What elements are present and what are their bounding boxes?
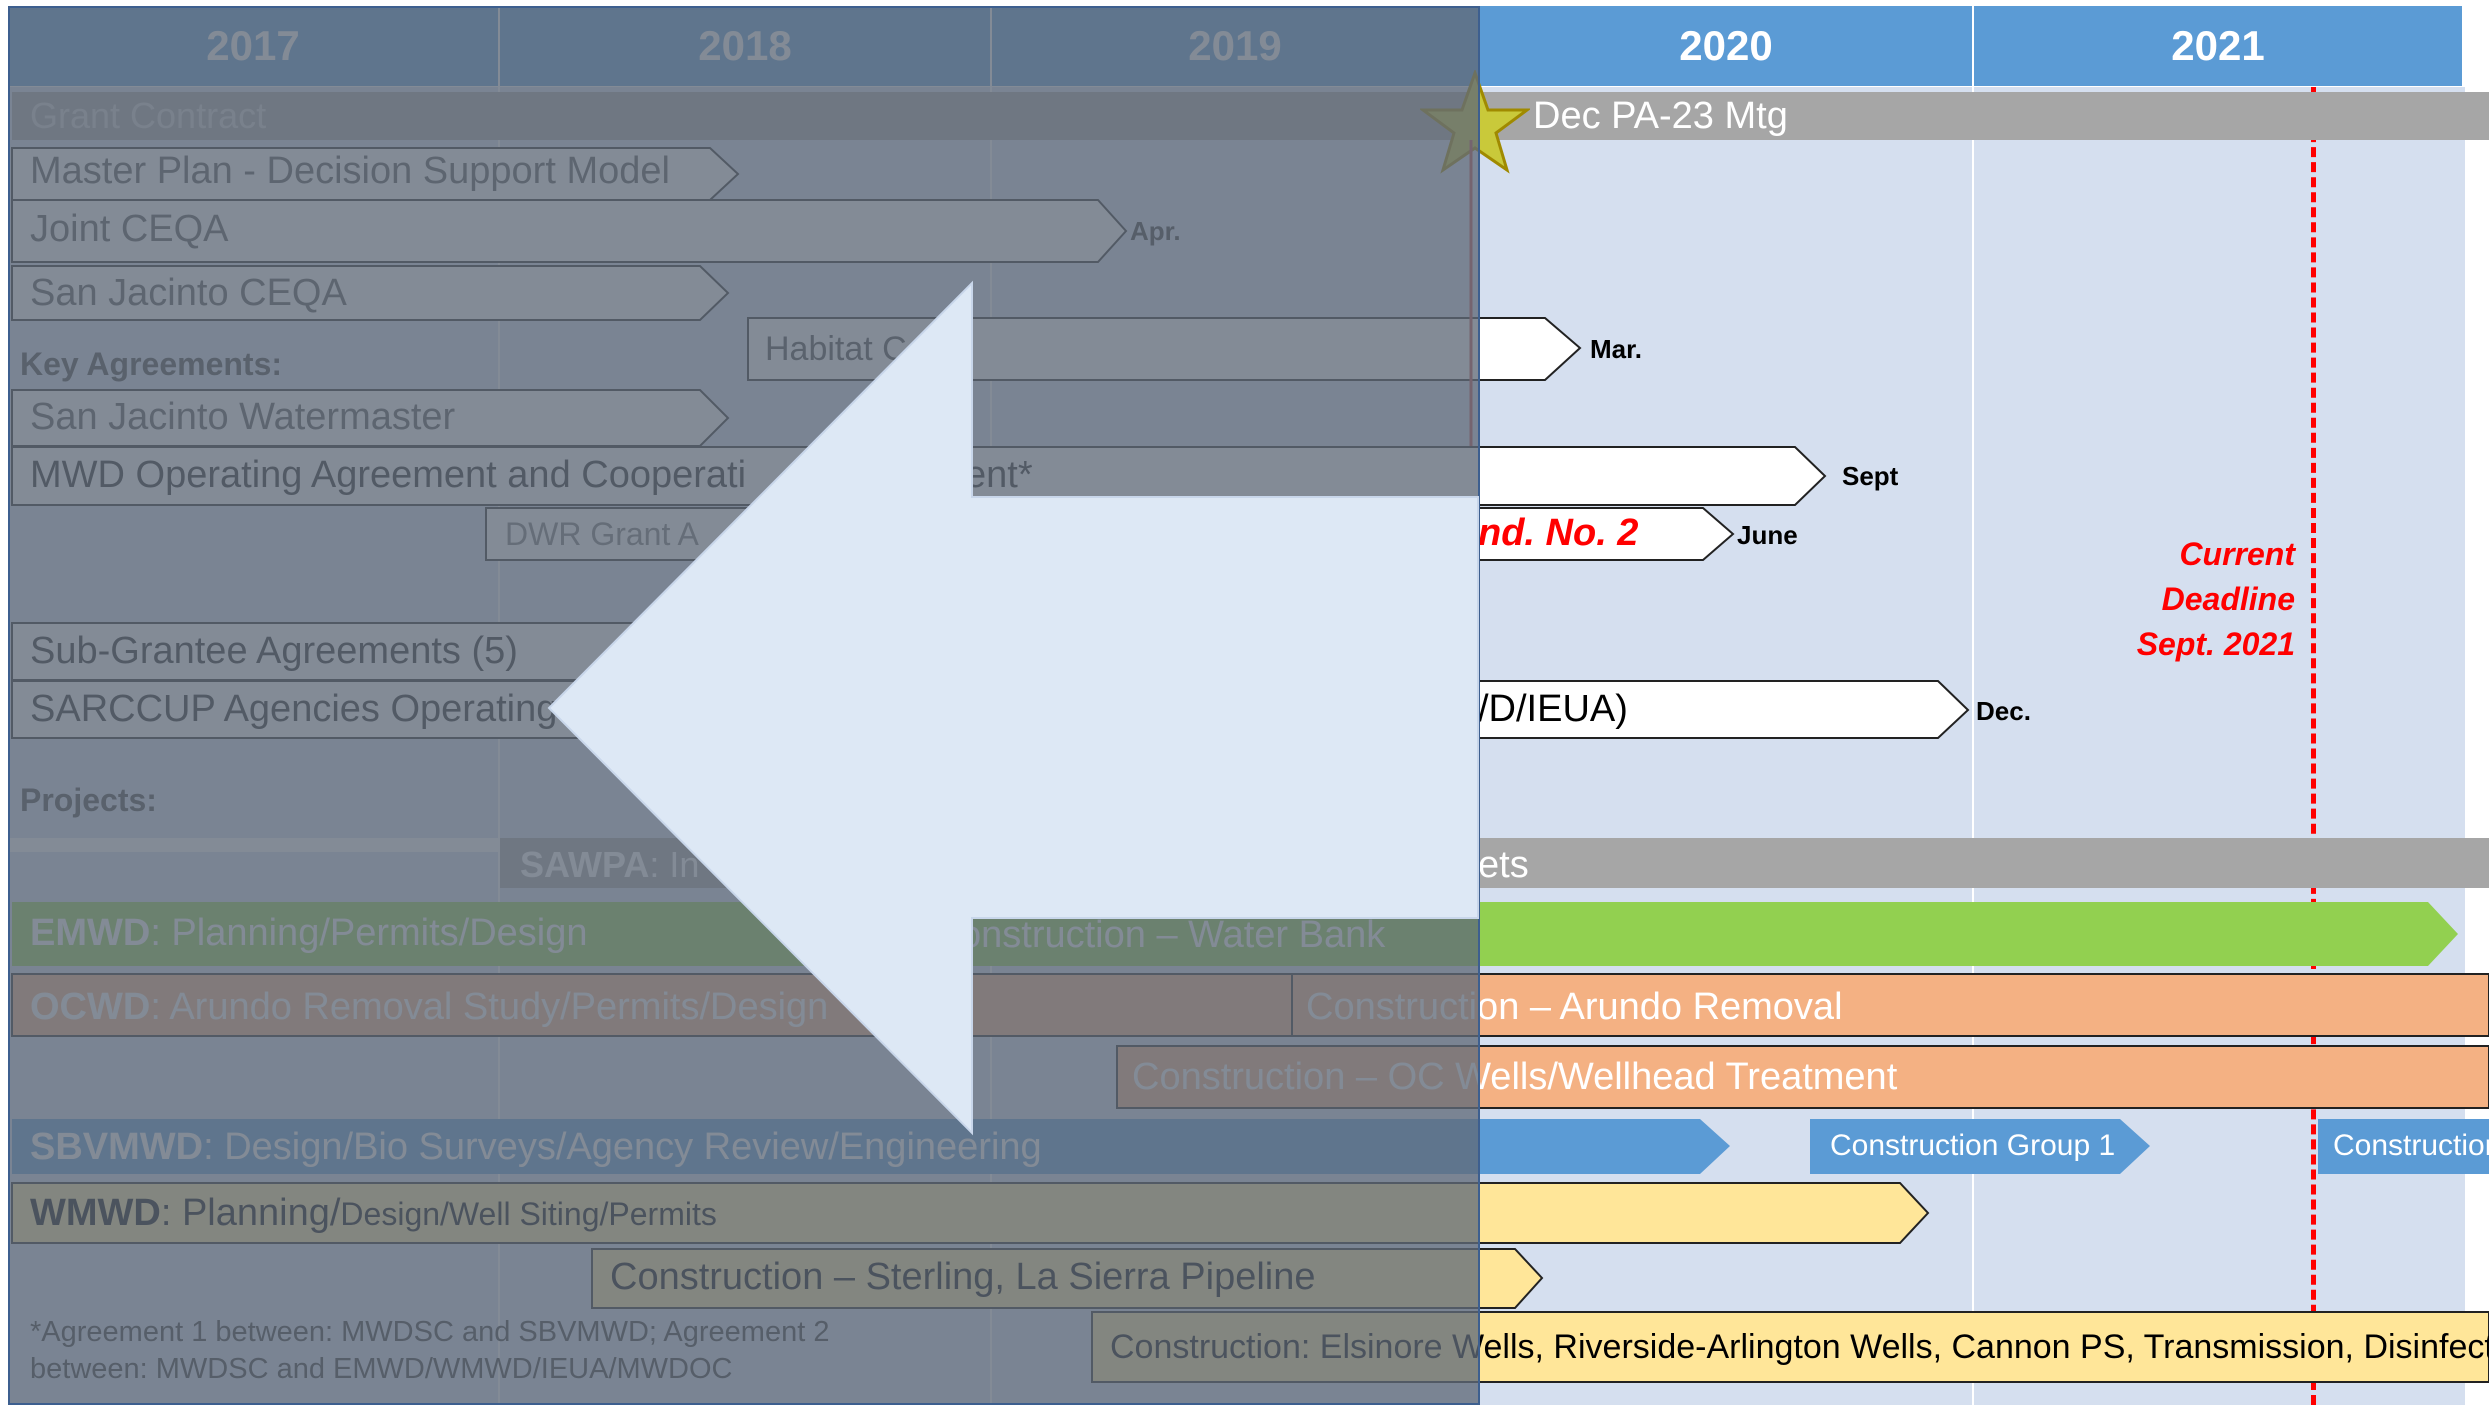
left-arrow-icon [547, 280, 1479, 1136]
